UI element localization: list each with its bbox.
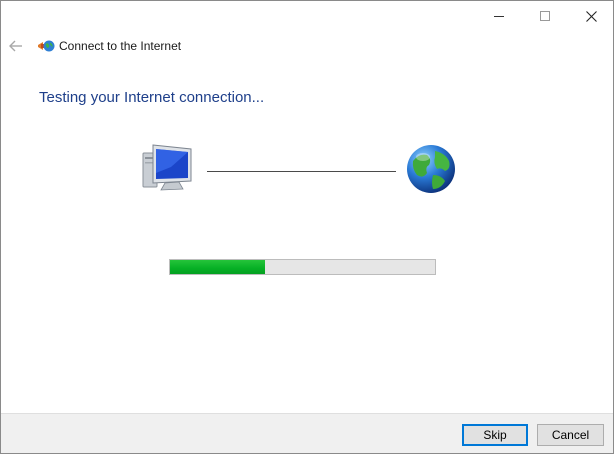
progress-fill [170,260,266,274]
window-title: Connect to the Internet [59,39,182,53]
close-icon [585,10,597,22]
connect-internet-window: Connect to the Internet Testing your Int… [0,0,614,454]
minimize-button[interactable] [476,1,522,31]
back-button[interactable] [7,37,25,55]
maximize-button[interactable] [522,1,568,31]
cancel-button[interactable]: Cancel [537,424,604,446]
dialog-footer: Skip Cancel [1,413,613,453]
connection-progress-bar [169,259,436,275]
close-button[interactable] [568,1,613,31]
skip-button[interactable]: Skip [462,424,528,446]
minimize-icon [494,16,504,17]
connect-internet-icon [38,40,55,52]
globe-icon [407,145,455,193]
connection-line [207,171,396,172]
maximize-icon [540,11,550,21]
computer-icon [142,144,192,191]
back-arrow-icon [9,40,22,52]
page-heading: Testing your Internet connection... [39,89,265,106]
